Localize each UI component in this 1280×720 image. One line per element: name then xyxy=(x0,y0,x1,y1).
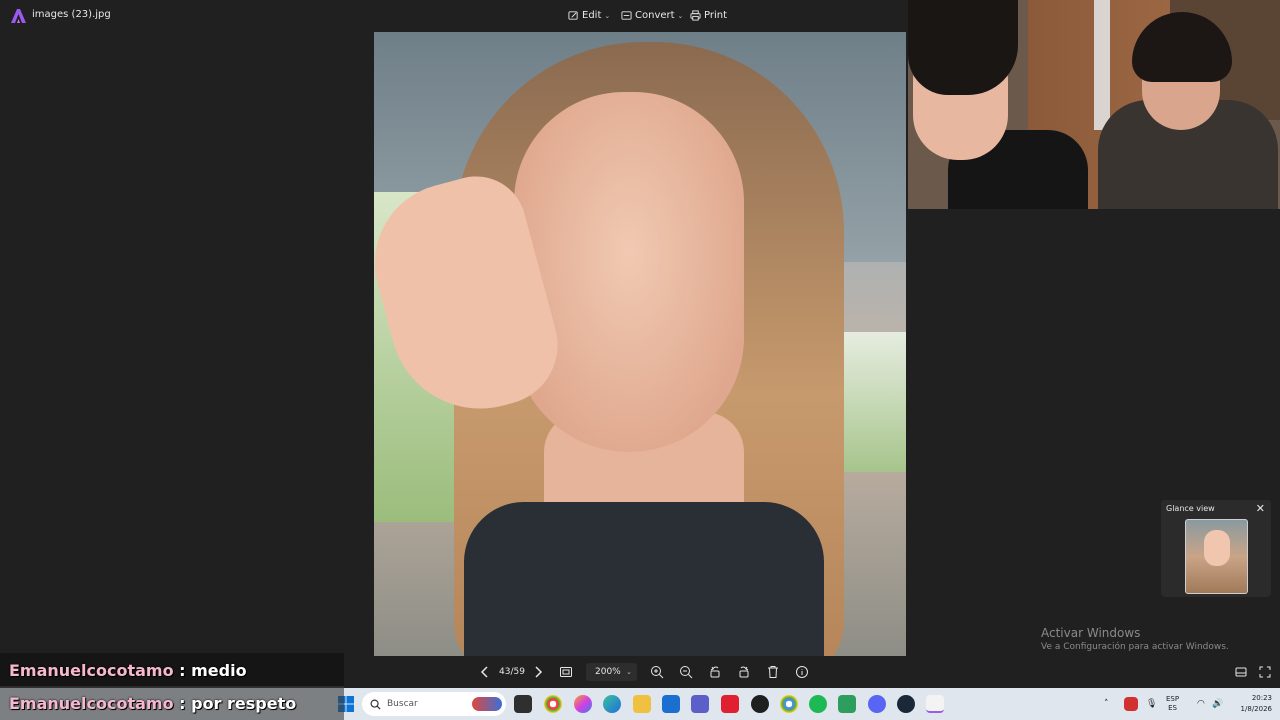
face-shape xyxy=(514,92,744,452)
filmstrip-button[interactable] xyxy=(1234,664,1248,680)
zoom-in-button[interactable] xyxy=(650,664,664,680)
activate-subtitle: Ve a Configuración para activar Windows. xyxy=(1041,642,1229,652)
tray-app-icon[interactable] xyxy=(1124,697,1138,711)
chat-message: Emanuelcocotamo : medio xyxy=(0,653,344,687)
title-bar: images (23).jpg Edit ⌄ Convert ⌄ Print xyxy=(0,0,908,32)
chevron-down-icon: ⌄ xyxy=(626,668,632,676)
zoom-out-button[interactable] xyxy=(679,664,693,680)
steam-icon[interactable] xyxy=(897,695,915,713)
activate-title: Activar Windows xyxy=(1041,626,1141,640)
wifi-icon[interactable]: ◠ xyxy=(1197,688,1205,720)
person-1-hair xyxy=(908,0,1018,95)
filmstrip-icon xyxy=(1235,667,1247,677)
chat-separator: : xyxy=(173,660,192,680)
main-image[interactable] xyxy=(374,32,906,656)
notepad-icon[interactable] xyxy=(838,695,856,713)
chat-text: medio xyxy=(191,660,247,680)
chat-text: por respeto xyxy=(191,693,297,713)
print-button[interactable]: Print xyxy=(690,10,727,21)
teams-icon[interactable] xyxy=(691,695,709,713)
chrome-icon[interactable] xyxy=(544,695,562,713)
outlook-icon[interactable] xyxy=(662,695,680,713)
discord-icon[interactable] xyxy=(868,695,886,713)
rotate-right-icon xyxy=(739,666,749,678)
convert-label: Convert xyxy=(635,10,675,21)
webcam-overlay xyxy=(908,0,1280,209)
thumbnail-face xyxy=(1204,530,1230,566)
chevron-right-icon xyxy=(535,666,543,678)
glance-view-title: Glance view xyxy=(1166,504,1215,513)
convert-button[interactable]: Convert ⌄ xyxy=(621,10,683,21)
convert-icon xyxy=(621,11,632,20)
language-indicator[interactable]: ESP ES xyxy=(1166,688,1179,720)
app-logo-icon xyxy=(11,9,26,23)
chat-separator: : xyxy=(173,693,192,713)
taskbar-search[interactable]: Buscar xyxy=(362,692,506,716)
fullscreen-button[interactable] xyxy=(1258,664,1272,680)
edit-button[interactable]: Edit ⌄ xyxy=(568,10,610,21)
search-highlight-icon xyxy=(472,697,502,711)
zoom-out-icon xyxy=(680,666,693,679)
chrome-profile-icon[interactable] xyxy=(780,695,798,713)
page-counter: 43/59 xyxy=(499,667,525,677)
lang-bottom: ES xyxy=(1168,704,1177,712)
microphone-icon[interactable]: 🎙 xyxy=(1146,688,1157,720)
zoom-value: 200% xyxy=(595,667,621,677)
close-icon[interactable]: ✕ xyxy=(1256,502,1265,515)
file-name: images (23).jpg xyxy=(32,9,111,20)
info-icon xyxy=(796,666,808,678)
edit-icon xyxy=(568,11,578,20)
rotate-left-icon xyxy=(710,666,720,678)
clothing-shape xyxy=(464,502,824,656)
rotate-right-button[interactable] xyxy=(737,664,751,680)
printer-icon xyxy=(690,10,701,21)
chevron-left-icon xyxy=(480,666,488,678)
rotate-left-button[interactable] xyxy=(708,664,722,680)
glance-view-panel: Glance view ✕ xyxy=(1161,500,1271,597)
fit-to-window-button[interactable] xyxy=(559,664,573,680)
chat-username: Emanuelcocotamo xyxy=(9,693,174,713)
edit-label: Edit xyxy=(582,10,602,21)
wps-office-icon[interactable] xyxy=(721,695,739,713)
search-placeholder: Buscar xyxy=(387,699,418,709)
lang-top: ESP xyxy=(1166,695,1180,703)
fullscreen-icon xyxy=(1259,666,1271,678)
activate-windows-watermark: Activar Windows Ve a Configuración para … xyxy=(1041,626,1229,652)
previous-button[interactable] xyxy=(478,664,492,680)
clock[interactable]: 20:23 1/8/2026 xyxy=(1232,693,1272,715)
wifi-glyph: ◠ xyxy=(1197,699,1205,709)
file-explorer-icon[interactable] xyxy=(633,695,651,713)
zoom-in-icon xyxy=(651,666,664,679)
cam-door xyxy=(1094,0,1110,130)
clock-time: 20:23 xyxy=(1251,694,1272,702)
chat-message: Emanuelcocotamo : por respeto xyxy=(0,686,344,720)
mic-glyph: 🎙 xyxy=(1146,699,1158,709)
trash-icon xyxy=(768,666,778,678)
task-view-icon[interactable] xyxy=(514,695,532,713)
copilot-icon[interactable] xyxy=(574,695,592,713)
zoom-dropdown[interactable]: 200% ⌄ xyxy=(586,663,637,681)
photos-app-icon[interactable] xyxy=(926,695,944,713)
edge-icon[interactable] xyxy=(603,695,621,713)
search-icon xyxy=(370,699,381,710)
info-button[interactable] xyxy=(795,664,809,680)
next-button[interactable] xyxy=(531,664,545,680)
chat-username: Emanuelcocotamo xyxy=(9,660,174,680)
fit-screen-icon xyxy=(560,667,572,677)
chevron-down-icon: ⌄ xyxy=(677,11,684,20)
volume-glyph: 🔊 xyxy=(1212,699,1224,709)
volume-icon[interactable]: 🔊 xyxy=(1212,688,1223,720)
show-hidden-icons[interactable]: ˄ xyxy=(1104,688,1109,720)
delete-button[interactable] xyxy=(766,664,780,680)
capcut-icon[interactable] xyxy=(751,695,769,713)
chevron-down-icon: ⌄ xyxy=(604,11,611,20)
spotify-icon[interactable] xyxy=(809,695,827,713)
print-label: Print xyxy=(704,10,728,21)
clock-date: 1/8/2026 xyxy=(1240,705,1272,713)
glance-thumbnail[interactable] xyxy=(1185,519,1248,594)
chevron-up-icon: ˄ xyxy=(1104,699,1109,709)
